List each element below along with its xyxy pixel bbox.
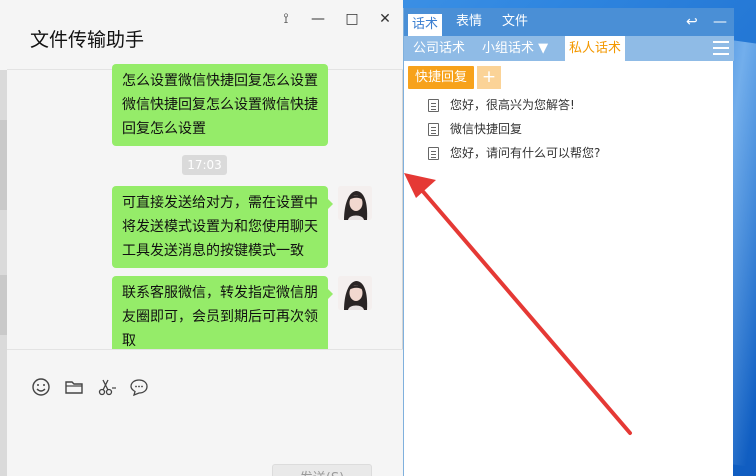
message-line: 可直接发送给对方，需在设置中 [122, 195, 318, 211]
scissors-icon[interactable] [97, 377, 117, 397]
panel-tab-bar: 话术 表情 文件 ↩ — [404, 8, 734, 36]
panel-subtab-bar: 公司话术 小组话术 ▼ 私人话术 [404, 36, 734, 61]
message-bubble[interactable]: 可直接发送给对方，需在设置中 将发送模式设置为和您使用聊天 工具发送消息的按键模… [112, 186, 333, 268]
contact-list-edge [0, 70, 7, 476]
pin-icon[interactable]: ⟟ [277, 10, 295, 28]
panel-minimize-button[interactable]: — [713, 8, 727, 36]
message-bubble[interactable]: 联系客服微信，转发指定微信朋 友圈即可，会员到期后可再次领 取 [112, 276, 333, 358]
emoji-icon[interactable] [31, 377, 51, 397]
reply-item-text: 您好，很高兴为您解答! [450, 98, 575, 112]
subtab-private[interactable]: 私人话术 [565, 36, 625, 61]
chat-window: 文件传输助手 ⟟ — □ ✕ 怎么设置微信快捷回复怎么设置 微信快捷回复怎么设置… [0, 0, 403, 476]
message-line: 怎么设置微信快捷回复怎么设置 [122, 73, 318, 89]
avatar[interactable] [338, 276, 372, 310]
document-icon [428, 99, 439, 112]
reply-item-text: 微信快捷回复 [450, 122, 523, 136]
close-button[interactable]: ✕ [376, 10, 394, 28]
message-bubble[interactable]: 怎么设置微信快捷回复怎么设置 微信快捷回复怎么设置微信快捷 回复怎么设置 [112, 64, 328, 146]
message-timestamp: 17:03 [182, 155, 227, 175]
send-button[interactable]: 发送(S) [272, 464, 372, 476]
reply-item-text: 您好，请问有什么可以帮您? [450, 146, 601, 160]
chat-icon[interactable] [129, 377, 149, 397]
tab-files[interactable]: 文件 [498, 8, 532, 36]
chat-header: 文件传输助手 ⟟ — □ ✕ [7, 0, 403, 70]
quick-reply-panel: 话术 表情 文件 ↩ — 公司话术 小组话术 ▼ 私人话术 快捷回复 + 您好，… [403, 8, 734, 476]
contact-list-segment [0, 120, 7, 210]
add-button[interactable]: + [477, 66, 501, 89]
chat-title: 文件传输助手 [30, 29, 145, 51]
back-icon[interactable]: ↩ [686, 8, 698, 36]
folder-icon[interactable] [64, 377, 84, 397]
subtab-company[interactable]: 公司话术 [413, 36, 465, 61]
message-line: 友圈即可，会员到期后可再次领 [122, 309, 318, 325]
bubble-tail [327, 288, 333, 300]
message-line: 联系客服微信，转发指定微信朋 [122, 285, 318, 301]
message-input-area[interactable]: 发送(S) [7, 349, 403, 476]
quick-reply-button[interactable]: 快捷回复 [408, 66, 474, 89]
message-line: 工具发送消息的按键模式一致 [122, 243, 304, 259]
menu-icon[interactable] [713, 41, 729, 55]
tab-emoji[interactable]: 表情 [452, 8, 486, 36]
maximize-button[interactable]: □ [343, 10, 361, 28]
document-icon [428, 123, 439, 136]
message-line: 微信快捷回复怎么设置微信快捷 [122, 97, 318, 113]
contact-list-segment [0, 275, 7, 335]
message-line: 将发送模式设置为和您使用聊天 [122, 219, 318, 235]
document-icon [428, 147, 439, 160]
bubble-tail [327, 198, 333, 210]
minimize-button[interactable]: — [309, 10, 327, 28]
avatar[interactable] [338, 186, 372, 220]
tab-scripts[interactable]: 话术 [408, 14, 442, 36]
message-line: 回复怎么设置 [122, 121, 206, 137]
subtab-group[interactable]: 小组话术 ▼ [482, 36, 548, 61]
